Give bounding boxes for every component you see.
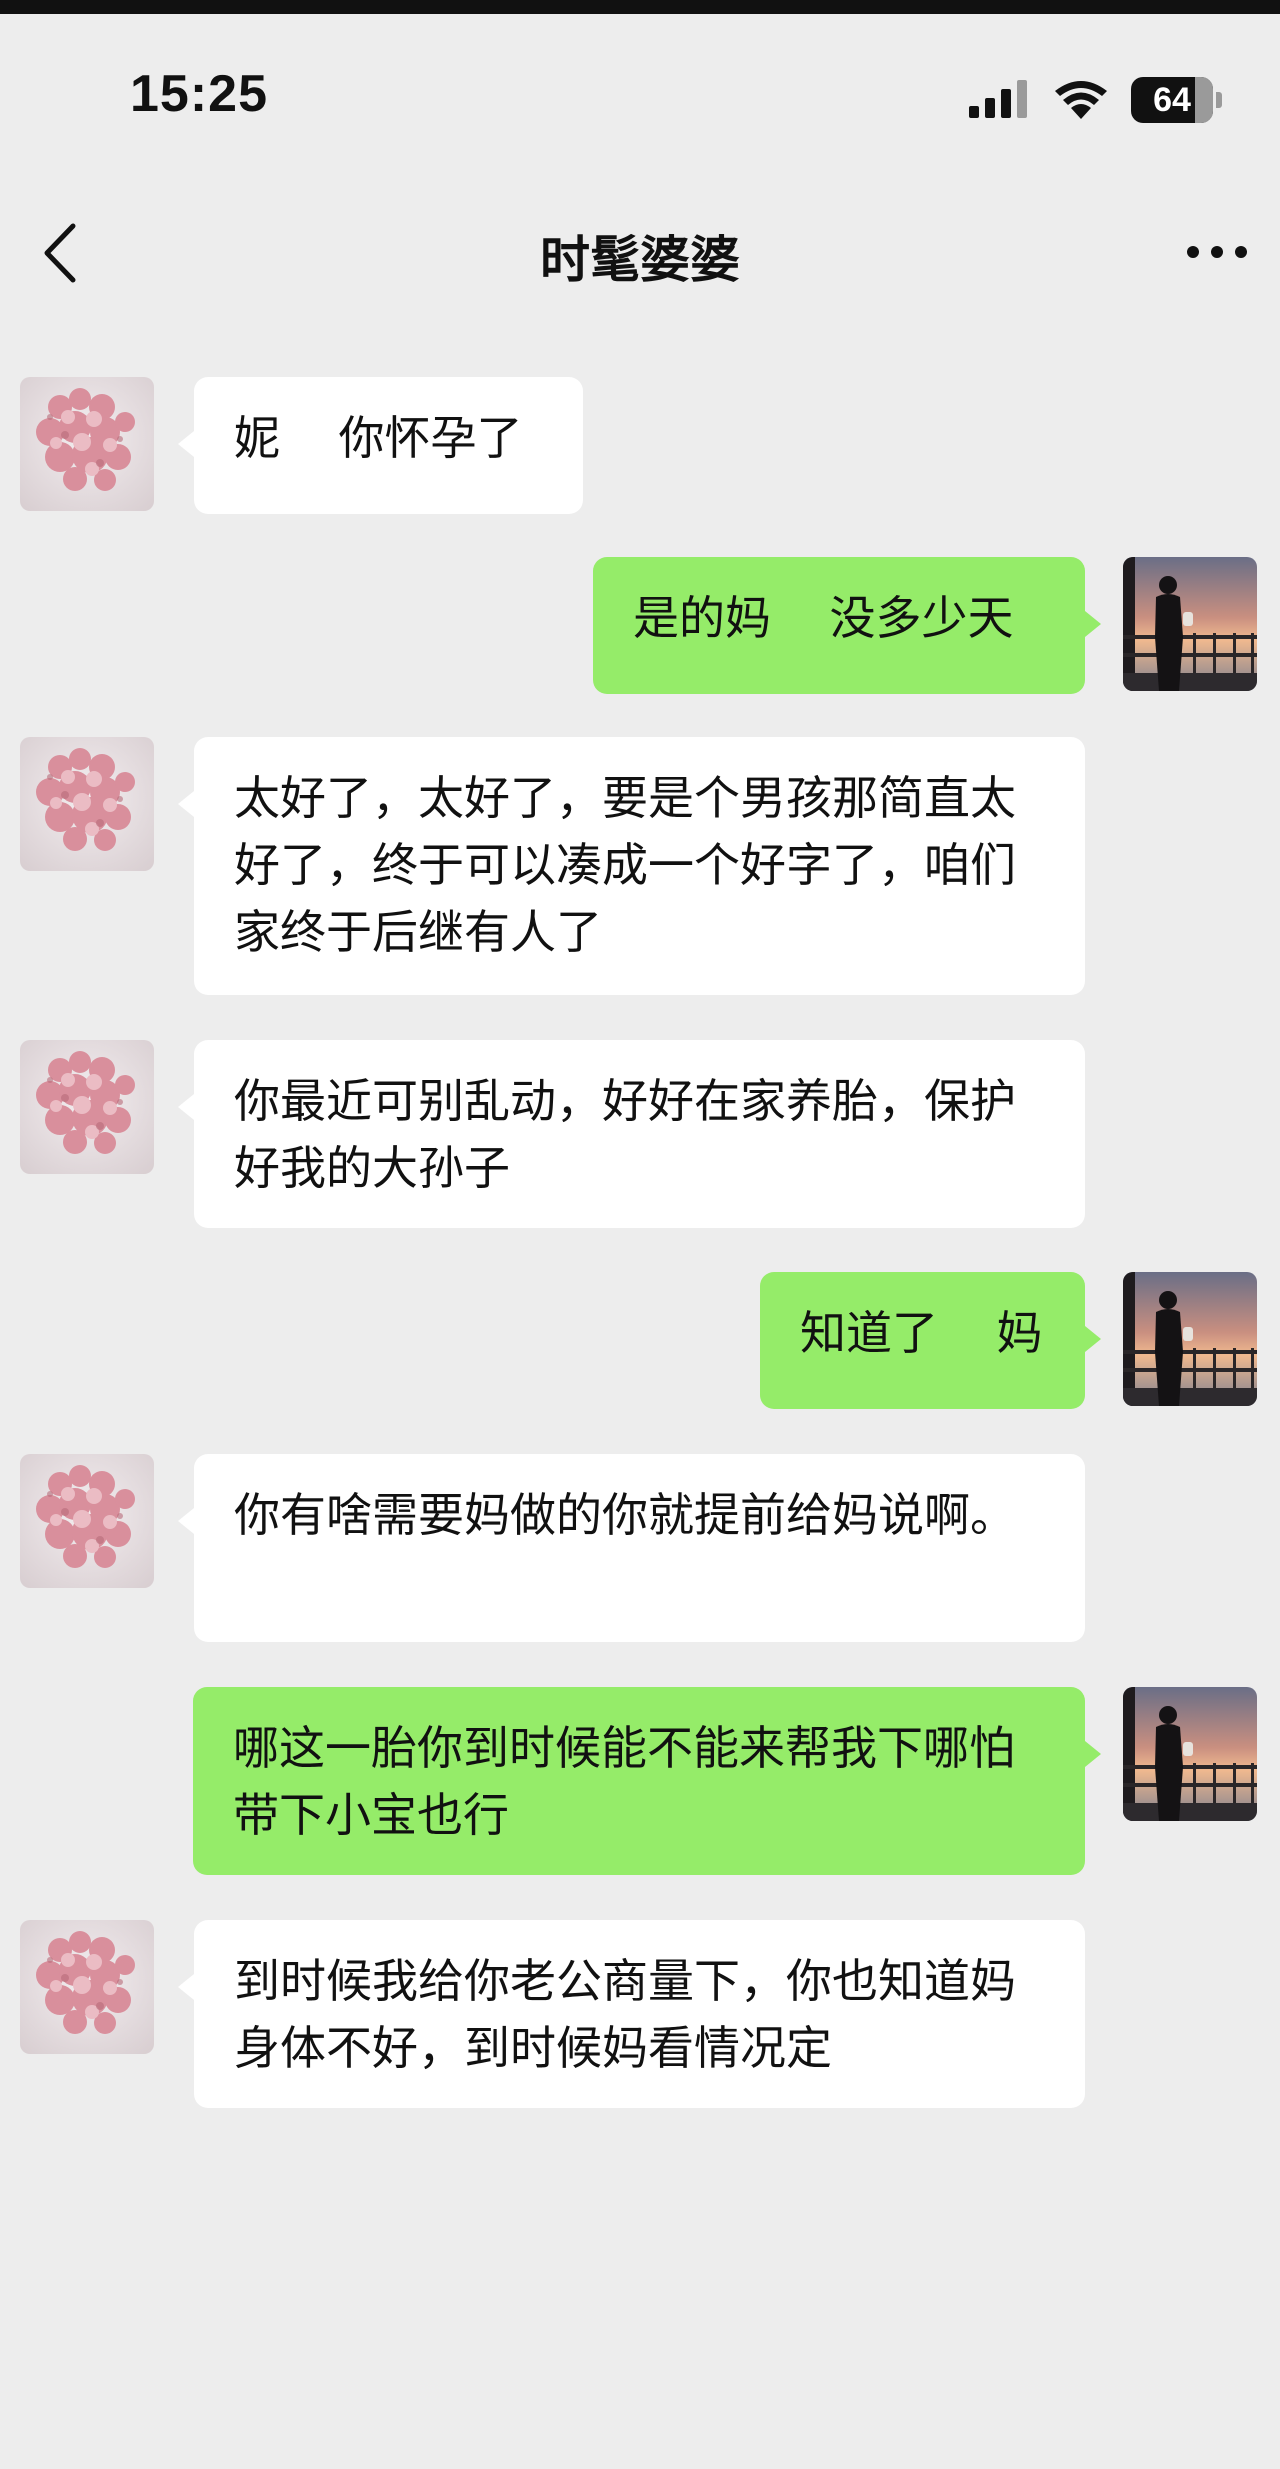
battery-tip <box>1216 92 1222 108</box>
bubble-tail <box>1085 611 1101 637</box>
contact-avatar[interactable] <box>20 1040 154 1174</box>
contact-avatar[interactable] <box>20 737 154 871</box>
my-avatar[interactable] <box>1123 1272 1257 1406</box>
my-avatar[interactable] <box>1123 1687 1257 1821</box>
message-bubble-outgoing[interactable]: 哪这一胎你到时候能不能来帮我下哪怕带下小宝也行 <box>193 1687 1085 1875</box>
more-dots-icon <box>1187 246 1247 258</box>
bubble-tail <box>178 791 194 817</box>
battery-level: 64 <box>1153 80 1191 119</box>
contact-avatar[interactable] <box>20 377 154 511</box>
status-time: 15:25 <box>130 65 268 123</box>
wifi-icon <box>1055 81 1107 119</box>
message-bubble-outgoing[interactable]: 知道了 妈 <box>760 1272 1085 1409</box>
my-avatar[interactable] <box>1123 557 1257 691</box>
more-button[interactable] <box>1182 222 1252 282</box>
bubble-tail <box>178 1508 194 1534</box>
bubble-tail <box>1085 1741 1101 1767</box>
message-bubble-incoming[interactable]: 你有啥需要妈做的你就提前给妈说啊。 <box>194 1454 1085 1642</box>
bubble-tail <box>1085 1326 1101 1352</box>
top-edge-strip <box>0 0 1280 14</box>
battery-empty-portion <box>1195 77 1213 123</box>
contact-avatar[interactable] <box>20 1454 154 1588</box>
status-icons: 64 <box>969 70 1222 130</box>
signal-icon <box>969 80 1027 118</box>
chat-title: 时髦婆婆 <box>540 231 740 289</box>
message-bubble-incoming[interactable]: 太好了，太好了，要是个男孩那简直太好了，终于可以凑成一个好字了，咱们家终于后继有… <box>194 737 1085 995</box>
message-bubble-incoming[interactable]: 你最近可别乱动，好好在家养胎，保护好我的大孙子 <box>194 1040 1085 1228</box>
message-bubble-incoming[interactable]: 妮 你怀孕了 <box>194 377 583 514</box>
message-bubble-incoming[interactable]: 到时候我给你老公商量下，你也知道妈身体不好，到时候妈看情况定 <box>194 1920 1085 2108</box>
bubble-tail <box>178 431 194 457</box>
bubble-tail <box>178 1094 194 1120</box>
bubble-tail <box>178 1974 194 2000</box>
message-bubble-outgoing[interactable]: 是的妈 没多少天 <box>593 557 1085 694</box>
contact-avatar[interactable] <box>20 1920 154 2054</box>
battery-icon: 64 <box>1131 77 1222 123</box>
battery-indicator: 64 <box>1131 77 1213 123</box>
